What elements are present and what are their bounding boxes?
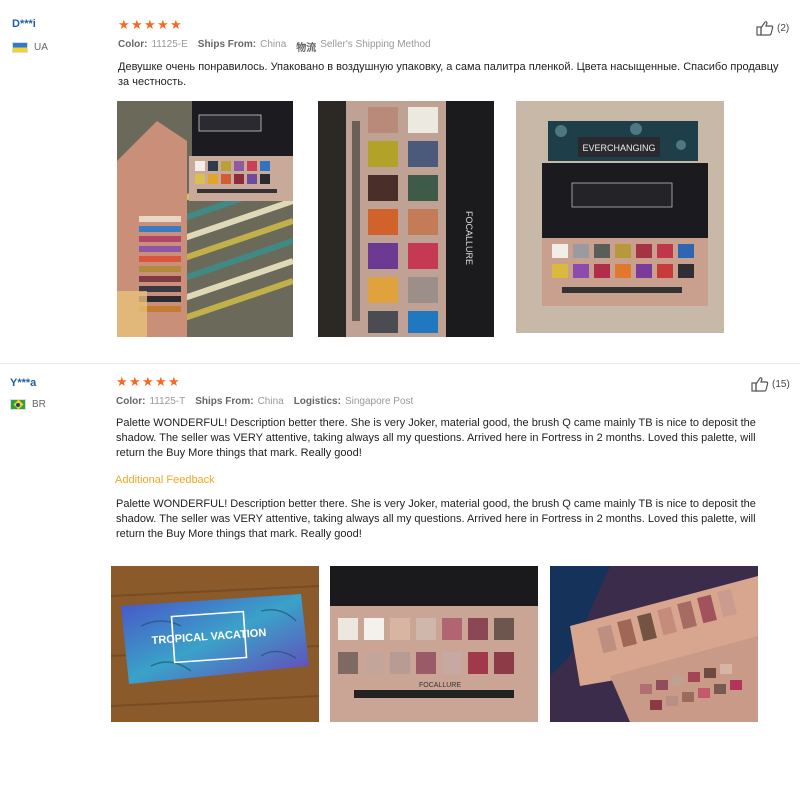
photo-title-text: EVERCHANGING: [582, 143, 655, 153]
reviewer-name[interactable]: Y***a: [10, 377, 36, 389]
star-icon: ★: [129, 374, 141, 389]
star-rating: ★ ★ ★ ★ ★: [118, 17, 182, 32]
reviewer-country: BR: [10, 399, 46, 410]
palette-photo: FOCALLURE: [318, 101, 494, 337]
swatch-arm-photo: [117, 101, 293, 337]
tropical-box-photo: TROPICAL VACATION: [111, 566, 319, 722]
palette-box-photo: EVERCHANGING: [516, 101, 724, 333]
order-info: Color: 11125-T Ships From: China Logistics…: [116, 396, 413, 407]
color-value: 11125-T: [149, 396, 186, 407]
reviewer-country: UA: [12, 42, 48, 53]
logistics-value: Singapore Post: [344, 396, 414, 407]
helpful-button[interactable]: (2): [756, 20, 789, 36]
order-info: Color: 11125-E Ships From: China 物流 Seller'…: [118, 39, 431, 54]
reviewer-name[interactable]: D***i: [12, 18, 36, 30]
country-code: UA: [34, 42, 48, 53]
helpful-count: (15): [772, 378, 790, 390]
thumbs-up-icon: [756, 21, 774, 36]
country-code: BR: [32, 399, 46, 410]
star-rating: ★ ★ ★ ★ ★: [116, 374, 180, 389]
star-icon: ★: [116, 374, 128, 389]
review-photo[interactable]: EVERCHANGING: [516, 101, 724, 333]
star-icon: ★: [131, 17, 143, 32]
review-photo[interactable]: FOCALLURE: [330, 566, 538, 722]
color-label: Color:: [118, 39, 148, 50]
review-item: Y***a BR ★ ★ ★ ★ ★ Color: 11125-T Ships F…: [0, 364, 800, 800]
logistics-value: Seller's Shipping Method: [320, 39, 431, 50]
review-text: Palette WONDERFUL! Description better th…: [116, 417, 756, 459]
ships-from-label: Ships From:: [195, 396, 254, 407]
review-photo[interactable]: [550, 566, 758, 722]
helpful-count: (2): [777, 22, 790, 34]
star-icon: ★: [168, 374, 180, 389]
ships-from-value: China: [257, 396, 284, 407]
ships-from-label: Ships From:: [197, 39, 257, 50]
review-photo[interactable]: TROPICAL VACATION: [111, 566, 319, 722]
color-value: 11125-E: [151, 39, 188, 50]
brazil-flag-icon: [10, 399, 26, 410]
logistics-label: Logistics:: [293, 396, 341, 407]
ukraine-flag-icon: [12, 42, 28, 53]
review-photo[interactable]: FOCALLURE: [318, 101, 494, 337]
logistics-label: 物流: [296, 43, 317, 54]
open-palette-photo: FOCALLURE: [330, 566, 538, 722]
additional-feedback-heading: Additional Feedback: [115, 474, 215, 486]
star-icon: ★: [144, 17, 156, 32]
star-icon: ★: [157, 17, 169, 32]
star-icon: ★: [170, 17, 182, 32]
star-icon: ★: [118, 17, 130, 32]
additional-feedback-text: Palette WONDERFUL! Description better th…: [116, 498, 756, 540]
color-label: Color:: [116, 396, 146, 407]
review-item: D***i UA ★ ★ ★ ★ ★ Color: 11125-E Ships F…: [0, 0, 800, 364]
ships-from-value: China: [260, 39, 287, 50]
star-icon: ★: [155, 374, 167, 389]
helpful-button[interactable]: (15): [751, 376, 790, 392]
photo-brand-text: FOCALLURE: [419, 682, 461, 689]
swatch-arm-photo: [550, 566, 758, 722]
star-icon: ★: [142, 374, 154, 389]
review-photo[interactable]: [117, 101, 293, 337]
review-text: Девушке очень понравилось. Упаковано в в…: [118, 61, 779, 88]
thumbs-up-icon: [751, 377, 769, 392]
photo-brand-text: FOCALLURE: [464, 211, 474, 265]
